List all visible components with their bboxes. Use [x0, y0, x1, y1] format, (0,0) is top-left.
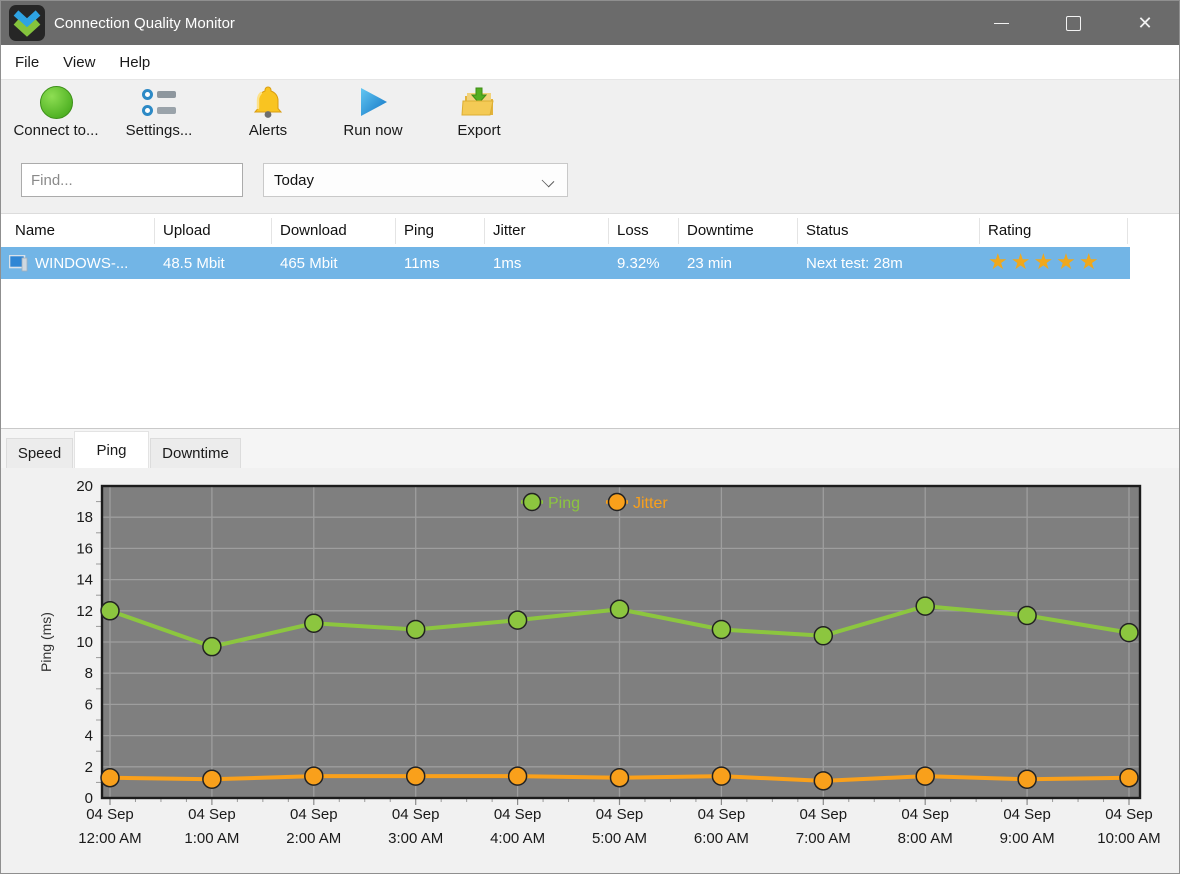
window-title: Connection Quality Monitor: [54, 15, 235, 32]
chart-panel: 0 2 4 6 8 10 12 14 16 18 20 04 Sep 12:00 AM 04 Sep 1:0…: [1, 468, 1180, 874]
column-header-filler: [1128, 218, 1180, 244]
rating-stars: ★★★★★: [988, 251, 1102, 273]
table-row[interactable]: WINDOWS-... 48.5 Mbit 465 Mbit 11ms 1ms …: [1, 247, 1130, 279]
svg-text:Ping: Ping: [548, 495, 580, 512]
cell-status: Next test: 28m: [798, 247, 980, 279]
titlebar: Connection Quality Monitor ✕: [1, 1, 1180, 45]
svg-text:12: 12: [76, 603, 93, 620]
column-header-name[interactable]: Name: [1, 218, 155, 244]
svg-text:04 Sep: 04 Sep: [290, 806, 338, 823]
chart-tabbar: Speed Ping Downtime: [1, 428, 1180, 468]
svg-text:4: 4: [85, 728, 93, 745]
column-header-upload[interactable]: Upload: [155, 218, 272, 244]
play-icon: [357, 82, 389, 122]
menubar: File View Help: [1, 45, 1180, 79]
export-folder-icon: [459, 82, 499, 122]
menu-file[interactable]: File: [3, 54, 51, 71]
svg-text:Jitter: Jitter: [633, 495, 668, 512]
maximize-button[interactable]: [1037, 1, 1109, 45]
column-header-rating[interactable]: Rating: [980, 218, 1128, 244]
close-button[interactable]: ✕: [1109, 1, 1180, 45]
tab-downtime[interactable]: Downtime: [150, 438, 241, 468]
svg-text:2: 2: [85, 759, 93, 776]
svg-text:04 Sep: 04 Sep: [1105, 806, 1153, 823]
minimize-icon: [994, 23, 1009, 24]
cell-name: WINDOWS-...: [1, 247, 155, 279]
svg-text:8:00 AM: 8:00 AM: [898, 830, 953, 847]
svg-text:6: 6: [85, 696, 93, 713]
cell-upload: 48.5 Mbit: [155, 247, 272, 279]
date-range-select[interactable]: Today: [263, 163, 568, 197]
svg-text:04 Sep: 04 Sep: [698, 806, 746, 823]
svg-text:10:00 AM: 10:00 AM: [1097, 830, 1160, 847]
tab-speed[interactable]: Speed: [6, 438, 73, 468]
computer-icon: [9, 255, 28, 272]
connect-to-button[interactable]: Connect to...: [5, 82, 107, 146]
column-header-download[interactable]: Download: [272, 218, 396, 244]
menu-view[interactable]: View: [51, 54, 107, 71]
close-icon: ✕: [1137, 14, 1152, 32]
filter-bar: Today: [1, 149, 1180, 213]
chevron-down-icon: [542, 175, 555, 188]
svg-text:8: 8: [85, 665, 93, 682]
svg-text:04 Sep: 04 Sep: [800, 806, 848, 823]
svg-text:04 Sep: 04 Sep: [494, 806, 542, 823]
green-status-circle-icon: [40, 82, 73, 122]
cell-download: 465 Mbit: [272, 247, 396, 279]
toolbar: Connect to... Settings... Alerts: [1, 79, 1180, 149]
svg-text:04 Sep: 04 Sep: [1003, 806, 1051, 823]
cell-ping: 11ms: [396, 247, 485, 279]
run-now-button[interactable]: Run now: [331, 82, 415, 146]
svg-text:6:00 AM: 6:00 AM: [694, 830, 749, 847]
table-header: Name Upload Download Ping Jitter Loss Do…: [1, 214, 1180, 247]
tab-ping[interactable]: Ping: [74, 431, 149, 468]
svg-text:14: 14: [76, 572, 93, 589]
svg-text:20: 20: [76, 478, 93, 495]
svg-text:04 Sep: 04 Sep: [392, 806, 440, 823]
app-logo-icon: [9, 5, 45, 41]
settings-button[interactable]: Settings...: [111, 82, 207, 146]
find-input[interactable]: [21, 163, 243, 197]
cell-loss: 9.32%: [609, 247, 679, 279]
maximize-icon: [1066, 16, 1081, 31]
column-header-loss[interactable]: Loss: [609, 218, 679, 244]
svg-text:04 Sep: 04 Sep: [596, 806, 644, 823]
cell-jitter: 1ms: [485, 247, 609, 279]
window-controls: ✕: [965, 1, 1180, 45]
app-window: Connection Quality Monitor ✕ File View H…: [0, 0, 1180, 874]
column-header-downtime[interactable]: Downtime: [679, 218, 798, 244]
svg-text:Ping (ms): Ping (ms): [38, 612, 54, 672]
alerts-button[interactable]: Alerts: [223, 82, 313, 146]
svg-text:9:00 AM: 9:00 AM: [1000, 830, 1055, 847]
svg-text:4:00 AM: 4:00 AM: [490, 830, 545, 847]
results-table: Name Upload Download Ping Jitter Loss Do…: [1, 213, 1180, 428]
svg-text:16: 16: [76, 540, 93, 557]
svg-text:04 Sep: 04 Sep: [188, 806, 236, 823]
svg-text:04 Sep: 04 Sep: [901, 806, 949, 823]
svg-text:3:00 AM: 3:00 AM: [388, 830, 443, 847]
cell-rating: ★★★★★: [980, 247, 1128, 279]
svg-text:12:00 AM: 12:00 AM: [78, 830, 141, 847]
svg-text:7:00 AM: 7:00 AM: [796, 830, 851, 847]
svg-text:10: 10: [76, 634, 93, 651]
ping-jitter-chart: 0 2 4 6 8 10 12 14 16 18 20 04 Sep 12:00 AM 04 Sep 1:0…: [1, 468, 1180, 874]
cell-downtime: 23 min: [679, 247, 798, 279]
svg-text:04 Sep: 04 Sep: [86, 806, 134, 823]
bell-icon: [251, 82, 285, 122]
svg-text:5:00 AM: 5:00 AM: [592, 830, 647, 847]
column-header-jitter[interactable]: Jitter: [485, 218, 609, 244]
column-header-status[interactable]: Status: [798, 218, 980, 244]
svg-text:2:00 AM: 2:00 AM: [286, 830, 341, 847]
svg-text:1:00 AM: 1:00 AM: [184, 830, 239, 847]
column-header-ping[interactable]: Ping: [396, 218, 485, 244]
svg-text:18: 18: [76, 509, 93, 526]
sliders-icon: [142, 82, 176, 122]
svg-text:0: 0: [85, 790, 93, 807]
minimize-button[interactable]: [965, 1, 1037, 45]
date-range-value: Today: [274, 172, 314, 189]
export-button[interactable]: Export: [433, 82, 525, 146]
menu-help[interactable]: Help: [107, 54, 162, 71]
